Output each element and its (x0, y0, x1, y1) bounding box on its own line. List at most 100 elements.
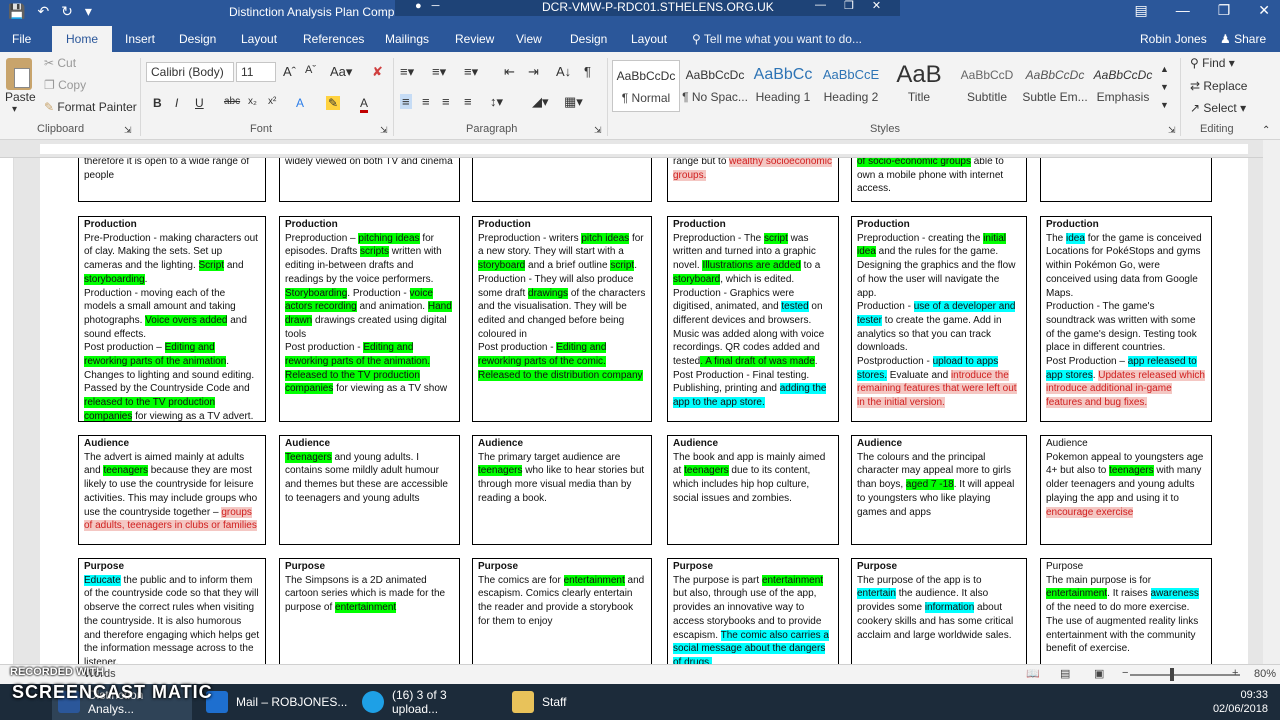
print-layout-icon[interactable]: ▤ (1060, 667, 1070, 680)
tab-home[interactable]: Home (52, 26, 113, 52)
select-button[interactable]: ↗ Select ▾ (1190, 101, 1246, 115)
change-case-icon[interactable]: Aa▾ (330, 64, 352, 80)
sort-icon[interactable]: A↓ (556, 64, 571, 79)
subscript-button[interactable]: x₂ (248, 96, 257, 107)
font-name-combo[interactable]: Calibri (Body) (146, 62, 234, 82)
multilevel-list-icon[interactable]: ≡▾ (464, 64, 478, 80)
style-heading-1[interactable]: AaBbCc Heading 1 (749, 60, 817, 112)
styles-scroll-down-icon[interactable]: ▼ (1160, 82, 1169, 92)
replace-button[interactable]: ⇄ Replace (1190, 79, 1247, 93)
table-cell[interactable]: range but to wealthy socioeconomic group… (667, 158, 839, 202)
style-subtle-emphasis[interactable]: AaBbCcDc Subtle Em... (1021, 60, 1089, 112)
style-title[interactable]: AaB Title (885, 60, 953, 112)
table-cell[interactable]: widely viewed on both TV and cinema (279, 158, 460, 202)
tab-table-layout[interactable]: Layout (631, 32, 667, 46)
tab-references[interactable]: References (303, 32, 364, 46)
tab-review[interactable]: Review (455, 32, 494, 46)
style-no-spacing[interactable]: AaBbCcDc ¶ No Spac... (681, 60, 749, 112)
table-cell[interactable]: Audience Pokemon appeal to youngsters age… (1040, 435, 1212, 545)
find-button[interactable]: ⚲ Find ▾ (1190, 56, 1235, 70)
tab-layout[interactable]: Layout (241, 32, 277, 46)
zoom-slider[interactable] (1130, 674, 1240, 676)
system-clock[interactable]: 09:33 02/06/2018 (1213, 688, 1268, 716)
tab-insert[interactable]: Insert (125, 32, 155, 46)
table-cell[interactable] (472, 158, 652, 202)
table-cell[interactable]: Production Preproduction – pitching ideas… (279, 216, 460, 422)
table-cell[interactable]: Audience Teenagers and young adults. I co… (279, 435, 460, 545)
table-cell[interactable]: Purpose The purpose is part entertainment… (667, 558, 839, 664)
shrink-font-icon[interactable]: Aˇ (305, 64, 316, 76)
table-cell[interactable]: Production Preproduction - creating the i… (851, 216, 1027, 422)
close-icon[interactable]: ✕ (1258, 2, 1270, 19)
font-color-icon[interactable]: A (360, 96, 369, 113)
style-heading-2[interactable]: AaBbCcE Heading 2 (817, 60, 885, 112)
user-name[interactable]: Robin Jones (1140, 32, 1207, 46)
bold-button[interactable]: B (153, 96, 162, 110)
italic-button[interactable]: I (175, 96, 178, 110)
table-cell[interactable]: Purpose Educate the public and to inform … (78, 558, 266, 664)
zoom-out-icon[interactable]: − (1122, 667, 1128, 679)
zoom-in-icon[interactable]: + (1232, 667, 1238, 679)
table-cell[interactable] (1040, 158, 1212, 202)
table-cell[interactable]: Audience The book and app is mainly aimed… (667, 435, 839, 545)
zoom-level[interactable]: 80% (1254, 668, 1276, 680)
style-subtitle[interactable]: AaBbCcD Subtitle (953, 60, 1021, 112)
align-right-icon[interactable]: ≡ (442, 94, 450, 109)
read-mode-icon[interactable]: 📖 (1026, 667, 1040, 680)
table-cell[interactable]: Audience The colours and the principal ch… (851, 435, 1027, 545)
taskbar-item-browser[interactable]: (16) 3 of 3 upload... (356, 684, 496, 720)
dialog-launcher-icon[interactable]: ⇲ (124, 125, 132, 136)
clear-formatting-icon[interactable]: ✘ (372, 64, 383, 80)
tab-file[interactable]: File (12, 32, 31, 46)
table-cell[interactable]: Production Preproduction - writers pitch … (472, 216, 652, 422)
tab-table-design[interactable]: Design (570, 32, 607, 46)
vertical-scrollbar[interactable] (1263, 140, 1280, 664)
save-icon[interactable]: 💾 (8, 3, 25, 20)
table-cell[interactable]: Production Pre-Production - making charac… (78, 216, 266, 422)
align-center-icon[interactable]: ≡ (422, 94, 430, 109)
collapse-ribbon-icon[interactable]: ⌃ (1262, 125, 1270, 136)
borders-icon[interactable]: ▦▾ (564, 94, 583, 110)
underline-button[interactable]: U (195, 96, 204, 110)
styles-scroll-up-icon[interactable]: ▲ (1160, 64, 1169, 74)
remote-close-icon[interactable]: ✕ (872, 0, 881, 12)
horizontal-ruler[interactable] (0, 140, 1280, 158)
style-normal[interactable]: AaBbCcDc ¶ Normal (612, 60, 680, 112)
increase-indent-icon[interactable]: ⇥ (528, 64, 539, 80)
decrease-indent-icon[interactable]: ⇤ (504, 64, 515, 80)
tab-view[interactable]: View (516, 32, 542, 46)
style-emphasis[interactable]: AaBbCcDc Emphasis (1089, 60, 1157, 112)
undo-icon[interactable]: ↶ (37, 3, 49, 20)
table-cell[interactable]: Purpose The main purpose is for entertain… (1040, 558, 1212, 664)
numbering-icon[interactable]: ≡▾ (432, 64, 446, 80)
shading-icon[interactable]: ◢▾ (532, 94, 549, 110)
table-cell[interactable]: Purpose The Simpsons is a 2D animated car… (279, 558, 460, 664)
highlight-icon[interactable]: ✎ (326, 96, 341, 110)
bullets-icon[interactable]: ≡▾ (400, 64, 414, 80)
restore-icon[interactable]: ❐ (1218, 2, 1231, 19)
strikethrough-button[interactable]: abc (224, 96, 240, 107)
table-cell[interactable]: Audience The advert is aimed mainly at ad… (78, 435, 266, 545)
text-effects-icon[interactable]: A (296, 96, 304, 110)
table-cell[interactable]: Purpose The purpose of the app is to ente… (851, 558, 1027, 664)
grow-font-icon[interactable]: Aˆ (283, 64, 296, 79)
ribbon-display-icon[interactable]: ▤ (1134, 2, 1147, 19)
dialog-launcher-icon[interactable]: ⇲ (380, 125, 388, 136)
dialog-launcher-icon[interactable]: ⇲ (594, 125, 602, 136)
tab-design[interactable]: Design (179, 32, 216, 46)
table-cell[interactable]: of socio-economic groups able to own a m… (851, 158, 1027, 202)
tell-me-box[interactable]: ⚲ Tell me what you want to do... (692, 32, 862, 46)
cut-button[interactable]: ✂ Cut (44, 56, 76, 70)
customize-qat-icon[interactable]: ▾ (85, 3, 92, 20)
table-cell[interactable]: Production Preproduction - The script was… (667, 216, 839, 422)
justify-icon[interactable]: ≡ (464, 94, 472, 109)
remote-pin-icon[interactable]: ●─ (415, 0, 449, 12)
minimize-icon[interactable]: — (1176, 2, 1190, 19)
dialog-launcher-icon[interactable]: ⇲ (1168, 125, 1176, 136)
paste-button[interactable]: Paste (5, 90, 36, 104)
copy-button[interactable]: ❐ Copy (44, 78, 86, 92)
show-formatting-icon[interactable]: ¶ (584, 64, 591, 79)
redo-icon[interactable]: ↻ (61, 3, 73, 20)
align-left-icon[interactable]: ≡ (400, 94, 412, 109)
format-painter-button[interactable]: ✎ Format Painter (44, 100, 137, 114)
